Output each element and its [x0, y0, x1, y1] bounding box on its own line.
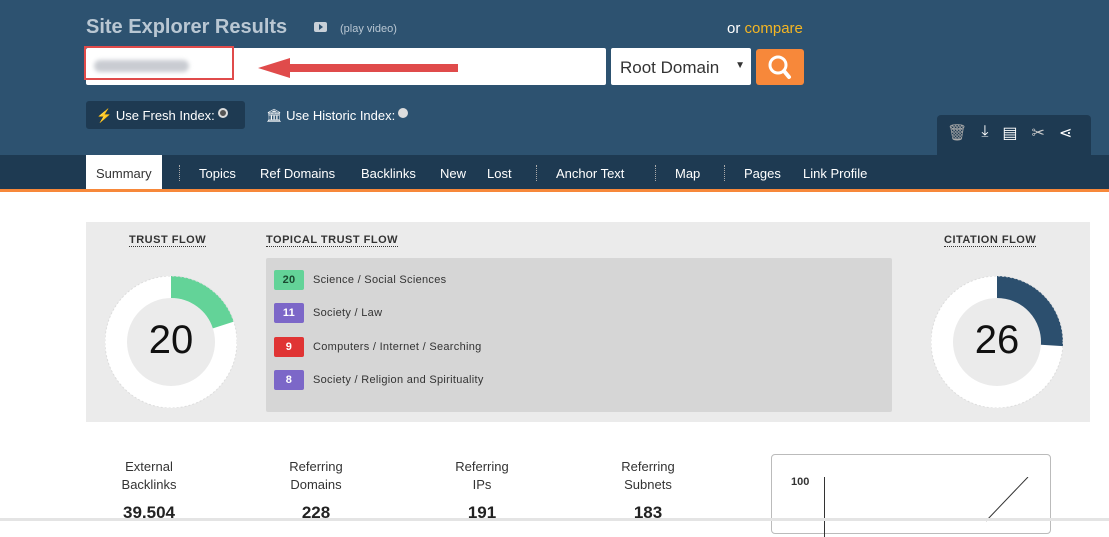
download-icon[interactable]: ⤓: [981, 123, 988, 155]
search-icon: [768, 55, 791, 79]
topical-trust-flow-label: TOPICAL TRUST FLOW: [266, 234, 399, 247]
stat-label: IPs: [472, 477, 492, 492]
tab-lost[interactable]: Lost: [487, 166, 512, 181]
divider: [655, 165, 656, 181]
header: Site Explorer Results (play video) or co…: [0, 0, 1109, 155]
historic-index-radio[interactable]: [398, 108, 409, 118]
stat-referring-ips: Referring IPs 191: [412, 458, 552, 522]
bucket-add-icon[interactable]: 🗑: [947, 123, 967, 155]
tab-pages[interactable]: Pages: [744, 166, 781, 181]
flow-metrics-panel: TRUST FLOW 20 TOPICAL TRUST FLOW 20 Scien…: [86, 222, 1090, 422]
stat-label: Subnets: [624, 477, 672, 492]
tab-anchor-text[interactable]: Anchor Text: [556, 166, 624, 181]
historic-index-option[interactable]: 🏛 Use Historic Index:: [266, 108, 409, 124]
stat-referring-domains: Referring Domains 228: [246, 458, 386, 522]
citation-flow-value: 26: [974, 318, 1020, 362]
stat-referring-subnets: Referring Subnets 183: [578, 458, 718, 522]
play-video-icon[interactable]: [314, 22, 327, 32]
search-button[interactable]: [756, 49, 804, 85]
topic-badge: 20: [274, 270, 304, 290]
or-text: or: [727, 20, 741, 37]
topic-row: 9 Computers / Internet / Searching: [274, 337, 482, 357]
historic-index-label: Use Historic Index:: [286, 108, 396, 123]
stat-label: Referring: [455, 459, 509, 474]
topic-name: Computers / Internet / Searching: [313, 341, 482, 353]
topic-row: 8 Society / Religion and Spirituality: [274, 370, 484, 390]
topic-name: Science / Social Sciences: [313, 274, 447, 286]
compare-link[interactable]: compare: [745, 20, 803, 37]
compare-text: or compare: [727, 20, 803, 37]
topic-badge: 11: [274, 303, 304, 323]
citation-flow-label: CITATION FLOW: [944, 234, 1037, 247]
tab-summary[interactable]: Summary: [86, 155, 162, 189]
annotation-arrow-icon: [258, 58, 458, 78]
stat-external-backlinks: External Backlinks 39,504: [79, 458, 219, 522]
toolbar: 🗑 ⤓ ▤ ✂ ⋖: [937, 115, 1091, 155]
topic-badge: 9: [274, 337, 304, 357]
tab-backlinks[interactable]: Backlinks: [361, 166, 416, 181]
annotation-highlight-box: [84, 46, 234, 80]
topic-name: Society / Law: [313, 307, 383, 319]
divider: [179, 165, 180, 181]
dropdown-caret-icon: ▼: [735, 60, 745, 71]
trust-flow-label: TRUST FLOW: [129, 234, 207, 247]
citation-flow-donut: 26: [930, 275, 1064, 409]
topical-trust-flow-list: 20 Science / Social Sciences 11 Society / …: [266, 258, 892, 412]
tab-map[interactable]: Map: [675, 166, 700, 181]
stat-label: Domains: [290, 477, 342, 492]
scope-select[interactable]: Root Domain ▼: [611, 48, 751, 85]
stat-label: Backlinks: [121, 477, 177, 492]
y-tick-label: 100: [791, 476, 810, 488]
trust-flow-donut: 20: [104, 275, 238, 409]
tools-icon[interactable]: ✂: [1032, 123, 1045, 155]
tab-link-profile[interactable]: Link Profile: [803, 166, 867, 181]
topic-badge: 8: [274, 370, 304, 390]
topic-row: 11 Society / Law: [274, 303, 382, 323]
tab-topics[interactable]: Topics: [199, 166, 236, 181]
y-axis: [824, 477, 825, 537]
play-video-link[interactable]: (play video): [340, 23, 397, 35]
fresh-index-label: Use Fresh Index:: [115, 108, 215, 123]
topic-name: Society / Religion and Spirituality: [313, 374, 484, 386]
divider: [724, 165, 725, 181]
fresh-index-radio[interactable]: [217, 108, 228, 118]
stat-label: Referring: [621, 459, 675, 474]
page-title: Site Explorer Results: [86, 16, 288, 38]
tab-ref-domains[interactable]: Ref Domains: [260, 166, 335, 181]
share-icon[interactable]: ⋖: [1059, 123, 1072, 155]
tab-bar: Summary Topics Ref Domains Backlinks New…: [0, 155, 1109, 192]
lightning-icon: ⚡: [96, 108, 113, 123]
divider: [536, 165, 537, 181]
report-add-icon[interactable]: ▤: [1002, 123, 1017, 155]
tab-new[interactable]: New: [440, 166, 466, 181]
stat-label: External: [125, 459, 173, 474]
fresh-index-option[interactable]: ⚡ Use Fresh Index:: [86, 101, 245, 129]
stat-label: Referring: [289, 459, 343, 474]
topic-row: 20 Science / Social Sciences: [274, 270, 446, 290]
chart-line: [985, 477, 1029, 522]
trust-flow-value: 20: [148, 318, 194, 362]
bank-icon: 🏛: [266, 108, 283, 123]
flow-chart: 100: [771, 454, 1051, 537]
scope-select-value: Root Domain: [620, 58, 720, 77]
